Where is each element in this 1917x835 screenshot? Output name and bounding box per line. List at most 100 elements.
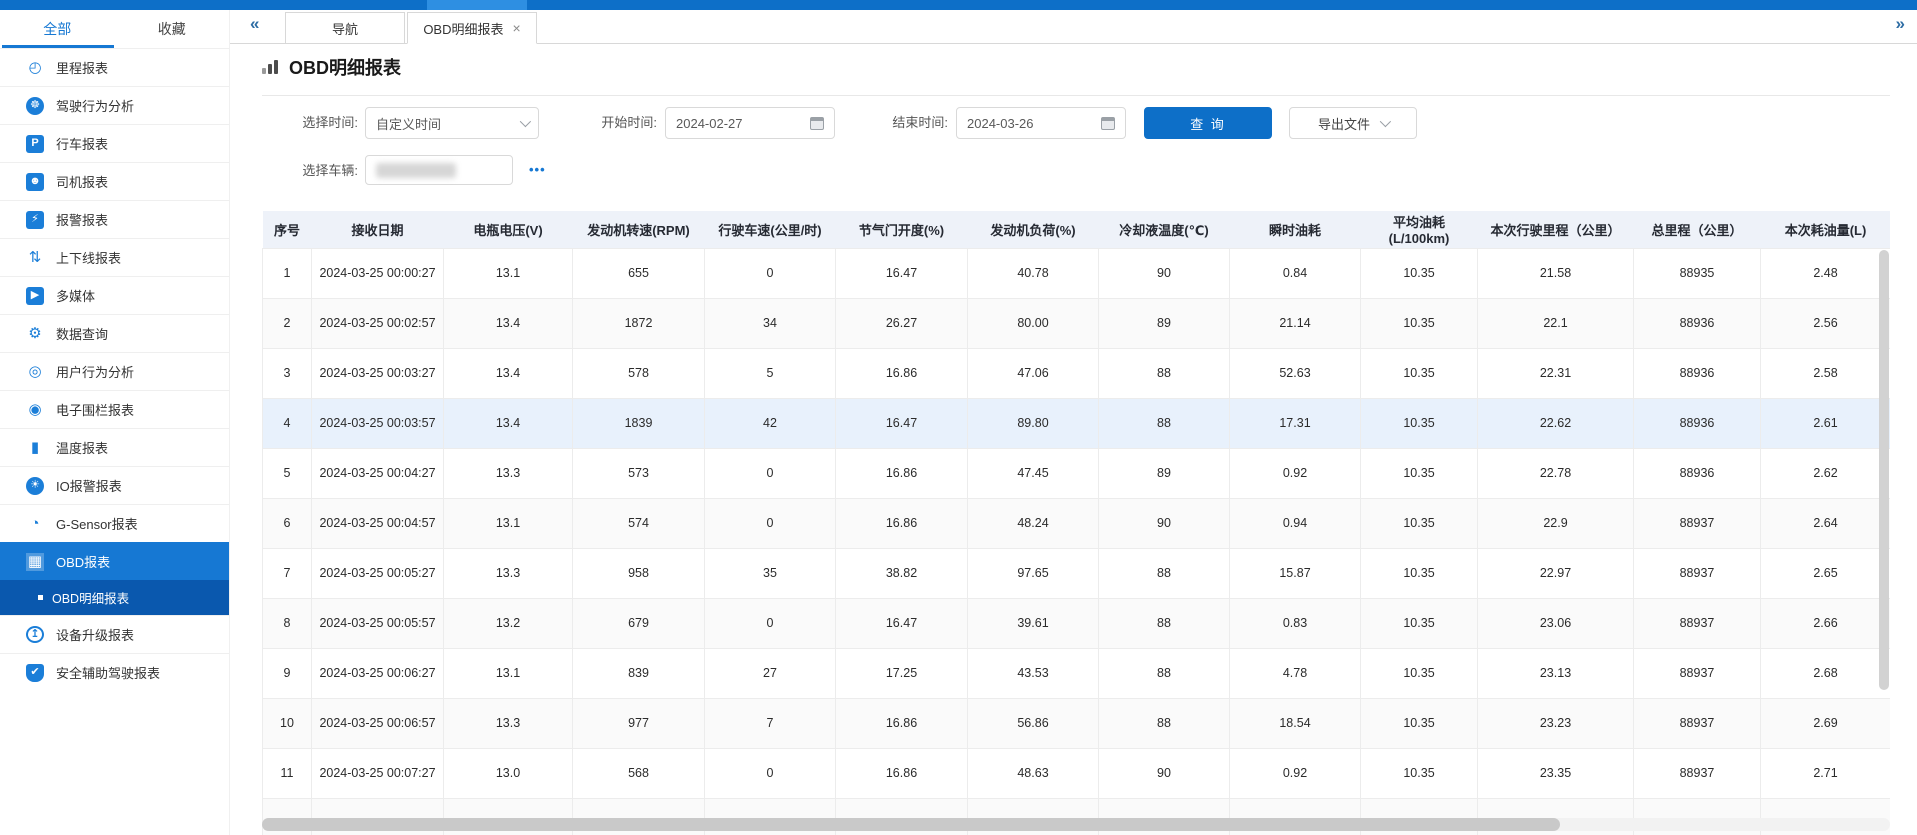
start-date-input[interactable]: 2024-02-27 [665,107,835,139]
table-cell: 90 [1099,748,1230,798]
table-cell: 0.84 [1230,248,1361,298]
sidebar-item-user-behavior[interactable]: ◎ 用户行为分析 [0,352,229,390]
sidebar-item-alarm[interactable]: ⚡报警报表 [0,200,229,238]
table-cell: 1872 [573,298,705,348]
table-cell: 88937 [1634,548,1761,598]
sidebar-item-label: G-Sensor报表 [56,514,138,533]
table-cell: 16.86 [836,698,968,748]
sidebar-item-label: 温度报表 [56,438,108,457]
sidebar-item-data-query[interactable]: ⚙数据查询 [0,314,229,352]
end-date-input[interactable]: 2024-03-26 [956,107,1126,139]
table-row[interactable]: 42024-03-25 00:03:5713.418394216.4789.80… [263,398,1891,448]
sidebar-item-label: 用户行为分析 [56,362,134,381]
table-cell: 88 [1099,548,1230,598]
table-row[interactable]: 52024-03-25 00:04:2713.3573016.8647.4589… [263,448,1891,498]
table-cell: 38.82 [836,548,968,598]
geofence-icon: ◉ [26,401,44,419]
table-row[interactable]: 92024-03-25 00:06:2713.18392717.2543.538… [263,648,1891,698]
table-row[interactable]: 82024-03-25 00:05:5713.2679016.4739.6188… [263,598,1891,648]
sidebar-menu: ◴里程报表☸驾驶行为分析P行车报表☻司机报表⚡报警报表⇅上下线报表▶多媒体⚙数据… [0,48,229,691]
table-cell: 48.63 [968,748,1099,798]
table-cell: 2024-03-25 00:03:27 [312,348,444,398]
sidebar-item-mileage[interactable]: ◴里程报表 [0,48,229,86]
data-query-icon: ⚙ [26,325,44,343]
table-cell: 2.65 [1761,548,1891,598]
sidebar-item-temperature[interactable]: ▮温度报表 [0,428,229,466]
table-cell: 13.4 [444,398,573,448]
tab-navigation[interactable]: 导航 [285,12,405,44]
table-cell: 88935 [1634,248,1761,298]
table-cell: 2.69 [1761,698,1891,748]
table-cell: 16.86 [836,498,968,548]
table-row[interactable]: 12024-03-25 00:00:2713.1655016.4740.7890… [263,248,1891,298]
chevron-down-icon [1380,116,1391,127]
table-cell: 10.35 [1361,498,1478,548]
table-row[interactable]: 32024-03-25 00:03:2713.4578516.8647.0688… [263,348,1891,398]
collapse-sidebar-icon[interactable]: « [250,14,259,34]
sidebar-item-label: 行车报表 [56,134,108,153]
tab-obd-detail-report[interactable]: OBD明细报表 × [407,12,537,44]
sidebar-item-driving-behavior[interactable]: ☸驾驶行为分析 [0,86,229,124]
table-cell: 10.35 [1361,648,1478,698]
sidebar-tab-favorites[interactable]: 收藏 [115,10,230,48]
table-cell: 17.25 [836,648,968,698]
user-behavior-icon: ◎ [26,363,44,381]
table-row[interactable]: 22024-03-25 00:02:5713.418723426.2780.00… [263,298,1891,348]
vertical-scrollbar-thumb[interactable] [1879,250,1889,690]
table-row[interactable]: 112024-03-25 00:07:2713.0568016.8648.639… [263,748,1891,798]
query-button[interactable]: 查 询 [1144,107,1272,139]
table-cell: 88 [1099,698,1230,748]
table-row[interactable]: 102024-03-25 00:06:5713.3977716.8656.868… [263,698,1891,748]
time-range-select[interactable]: 自定义时间 [365,107,539,139]
sidebar-item-label: 驾驶行为分析 [56,96,134,115]
horizontal-scrollbar-thumb[interactable] [262,818,1560,831]
sidebar-item-online-offline[interactable]: ⇅上下线报表 [0,238,229,276]
more-vehicles-button[interactable]: ••• [529,155,546,185]
sidebar-item-g-sensor[interactable]: ◔G-Sensor报表 [0,504,229,542]
vehicle-select-label: 选择车辆: [268,155,358,187]
sidebar-item-safe-assist-driving[interactable]: ✔安全辅助驾驶报表 [0,653,229,691]
table-cell: 10.35 [1361,598,1478,648]
table-cell: 88936 [1634,448,1761,498]
mileage-icon: ◴ [26,59,44,77]
table-cell: 80.00 [968,298,1099,348]
table-cell: 16.86 [836,748,968,798]
multimedia-icon: ▶ [26,287,44,305]
table-cell: 2.66 [1761,598,1891,648]
column-header: 序号 [263,211,312,248]
table-cell: 958 [573,548,705,598]
table-cell: 10.35 [1361,398,1478,448]
export-file-button[interactable]: 导出文件 [1289,107,1417,139]
close-tab-icon[interactable]: × [512,20,520,36]
table-row[interactable]: 62024-03-25 00:04:5713.1574016.8648.2490… [263,498,1891,548]
column-header: 冷却液温度(℃) [1099,211,1230,248]
table-cell: 3 [263,348,312,398]
sidebar-item-driver[interactable]: ☻司机报表 [0,162,229,200]
table-cell: 22.1 [1478,298,1634,348]
table-cell: 2024-03-25 00:02:57 [312,298,444,348]
table-cell: 22.97 [1478,548,1634,598]
table-row[interactable]: 72024-03-25 00:05:2713.39583538.8297.658… [263,548,1891,598]
sidebar-item-geofence[interactable]: ◉电子围栏报表 [0,390,229,428]
sidebar-item-obd[interactable]: ▦OBD报表 [0,542,229,580]
sidebar-item-io-alarm[interactable]: ☀IO报警报表 [0,466,229,504]
table-cell: 10.35 [1361,448,1478,498]
sidebar-item-multimedia[interactable]: ▶多媒体 [0,276,229,314]
sidebar-tab-all[interactable]: 全部 [0,10,115,48]
table-cell: 10 [263,698,312,748]
table-cell: 13.3 [444,698,573,748]
table-cell: 2024-03-25 00:00:27 [312,248,444,298]
safe-assist-driving-icon: ✔ [26,664,44,682]
alarm-icon: ⚡ [26,211,44,229]
table-cell: 2024-03-25 00:06:27 [312,648,444,698]
sidebar-item-label: 上下线报表 [56,248,121,267]
table-cell: 35 [705,548,836,598]
vehicle-select-input[interactable] [365,155,513,185]
table-cell: 47.45 [968,448,1099,498]
sidebar-item-parking[interactable]: P行车报表 [0,124,229,162]
sidebar-subitem-obd-detail[interactable]: OBD明细报表 [0,580,229,615]
expand-tabs-icon[interactable]: » [1896,14,1905,34]
sidebar: 全部 收藏 ◴里程报表☸驾驶行为分析P行车报表☻司机报表⚡报警报表⇅上下线报表▶… [0,10,230,835]
table-cell: 977 [573,698,705,748]
sidebar-item-device-upgrade[interactable]: ↥设备升级报表 [0,615,229,653]
